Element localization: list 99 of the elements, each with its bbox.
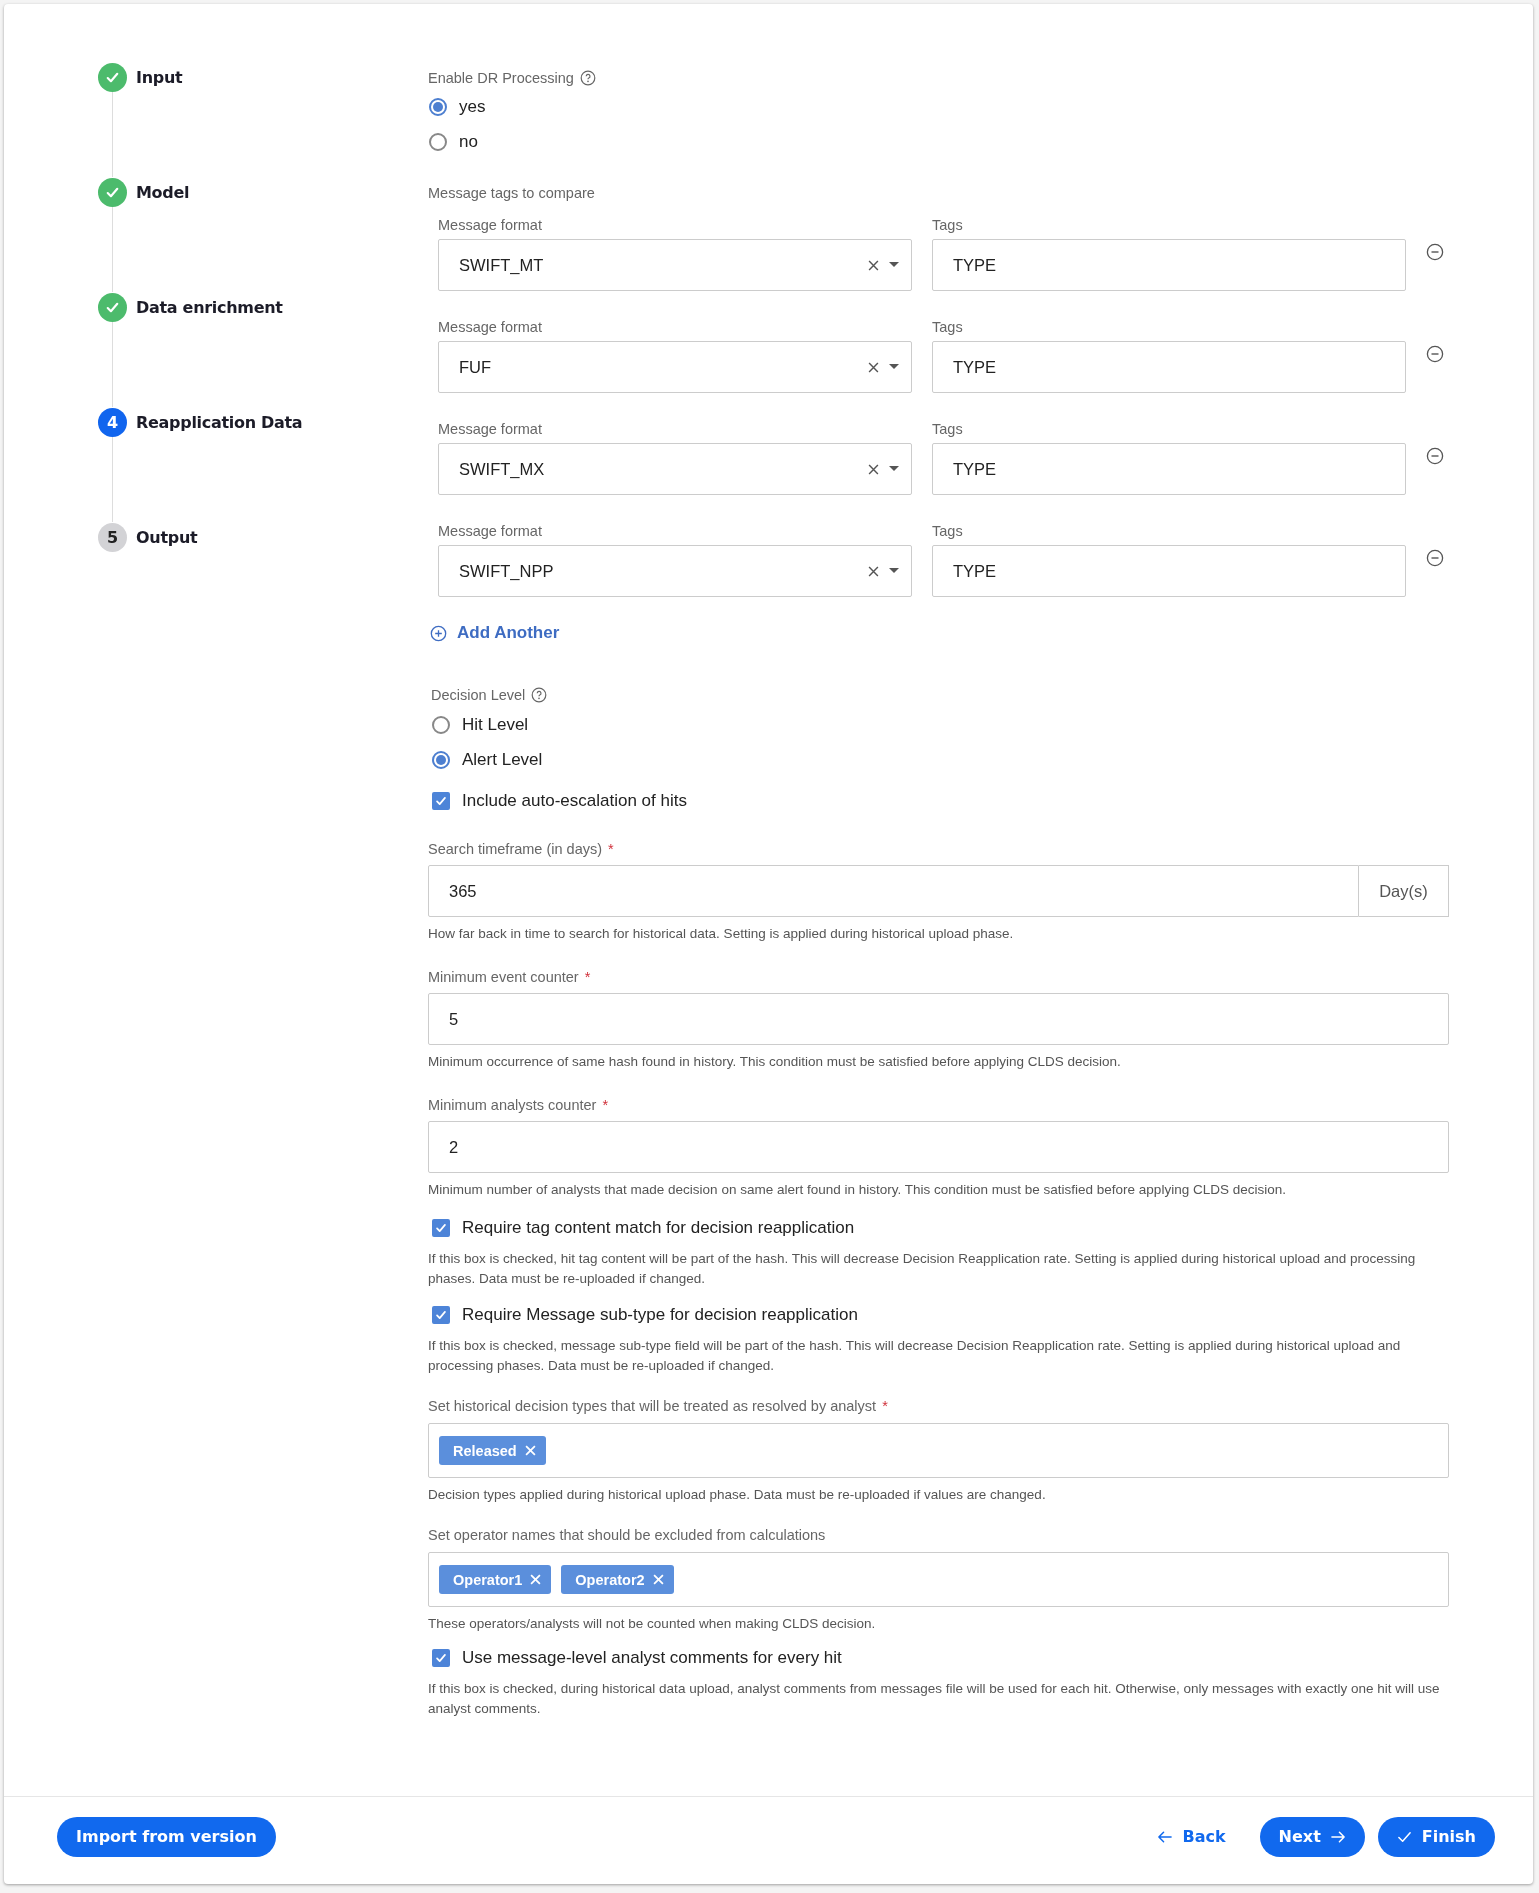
help-text: If this box is checked, hit tag content will be part of the hash. This will decrease Decision Reapplication rate. Setting is applied during historical upload and processing phases. Data must be re-uploaded if changed. (428, 1250, 1417, 1288)
back-button[interactable]: Back (1143, 1816, 1240, 1857)
check-icon (98, 177, 127, 207)
select-field[interactable]: FUF (438, 341, 912, 393)
select-field[interactable]: SWIFT_MT (438, 239, 912, 291)
field-label: Tags (932, 421, 964, 439)
right-arrow-icon (1330, 1829, 1346, 1844)
checkbox-label[interactable]: Include auto-escalation of hits (462, 791, 687, 811)
field-label: Enable DR Processing (428, 70, 574, 86)
caret-icon[interactable] (889, 568, 899, 574)
field-label: Message format (438, 319, 543, 337)
field-label: Set operator names that should be excluded from calculations (428, 1527, 826, 1543)
caret-icon[interactable] (889, 466, 899, 472)
remove-icon[interactable] (530, 1574, 542, 1585)
text-input[interactable]: TYPE (932, 341, 1406, 393)
select-value: SWIFT_MX (459, 459, 545, 479)
chip-label: Operator2 (575, 1571, 645, 1588)
field-label: Set historical decision types that will be treated as resolved by analyst (428, 1398, 877, 1414)
select-value: FUF (459, 357, 492, 377)
field-label: Message tags to compare (428, 185, 595, 201)
help-text: If this box is checked, during historical data upload, analyst comments from messages file will be used for each hit. Otherwise, only messages with exactly one hit will use analyst comments. (428, 1680, 1441, 1718)
check-icon (434, 1651, 448, 1665)
checkbox[interactable] (432, 1306, 450, 1324)
select-field[interactable]: SWIFT_NPP (438, 545, 912, 597)
checkbox[interactable] (432, 1649, 450, 1667)
select-field[interactable]: SWIFT_MX (438, 443, 912, 495)
radio-button[interactable] (432, 750, 450, 769)
field-label: Tags (932, 319, 964, 337)
help-text: If this box is checked, message sub-type field will be part of the hash. This will decrease Decision Reapplication rate. Setting is applied during historical upload and processing phases. Data must be re-uploaded if changed. (428, 1337, 1402, 1375)
field-label: Minimum event counter (428, 969, 579, 985)
required-mark: * (608, 841, 614, 857)
clear-icon[interactable] (868, 259, 879, 271)
import-button[interactable]: Import from version (57, 1816, 276, 1857)
select-value: SWIFT_MT (459, 255, 544, 275)
step-number: 4 (98, 407, 127, 437)
clear-icon[interactable] (868, 463, 879, 475)
plus-icon (430, 624, 447, 642)
step-label[interactable]: Input (136, 67, 183, 87)
text-input[interactable]: TYPE (932, 443, 1406, 495)
help-text: These operators/analysts will not be counted when making CLDS decision. (428, 1615, 877, 1633)
help-icon[interactable] (579, 70, 596, 86)
radio-label[interactable]: Hit Level (462, 714, 529, 735)
field-label: Minimum analysts counter (428, 1097, 597, 1113)
chip-label: Operator1 (453, 1571, 523, 1588)
radio-label[interactable]: Alert Level (462, 749, 543, 770)
remove-icon[interactable] (524, 1445, 536, 1456)
clear-icon[interactable] (868, 361, 879, 373)
add-button[interactable]: Add Another (430, 623, 560, 643)
step-label[interactable]: Output (136, 527, 198, 547)
check-icon (434, 1221, 448, 1235)
field-label: Message format (438, 421, 543, 439)
text-input[interactable]: TYPE (932, 545, 1406, 597)
clear-icon[interactable] (868, 565, 879, 577)
field-label: Message format (438, 523, 543, 541)
check-icon (1396, 1829, 1412, 1844)
step-number: 5 (98, 522, 127, 552)
check-icon (434, 794, 448, 808)
checkbox[interactable] (432, 1219, 450, 1237)
checkbox[interactable] (432, 792, 450, 810)
select-value: SWIFT_NPP (459, 561, 554, 581)
text-input[interactable]: 365 (428, 865, 1359, 917)
radio-label[interactable]: no (459, 131, 478, 152)
checkbox-label[interactable]: Require tag content match for decision reapplication (462, 1218, 855, 1238)
field-label: Decision Level (431, 687, 526, 703)
help-text: Minimum number of analysts that made decision on same alert found in history. This condition must be satisfied before applying CLDS decision. (428, 1181, 1287, 1199)
help-text: How far back in time to search for historical data. Setting is applied during historical upload phase. (428, 925, 1015, 943)
field-label: Tags (932, 217, 964, 235)
check-icon (98, 292, 127, 322)
help-text: Minimum occurrence of same hash found in history. This condition must be satisfied before applying CLDS decision. (428, 1053, 1122, 1071)
radio-button[interactable] (429, 132, 447, 151)
finish-button[interactable]: Finish (1377, 1816, 1495, 1857)
next-button[interactable]: Next (1259, 1816, 1365, 1857)
radio-button[interactable] (429, 97, 447, 116)
step-label[interactable]: Model (136, 182, 190, 202)
text-input[interactable]: 2 (428, 1121, 1449, 1173)
radio-button[interactable] (432, 715, 450, 734)
required-mark: * (584, 969, 591, 985)
field-label: Search timeframe (in days) (428, 841, 603, 857)
required-mark: * (602, 1097, 609, 1113)
text-input[interactable]: 5 (428, 993, 1449, 1045)
checkbox-label[interactable]: Require Message sub-type for decision reapplication (462, 1305, 858, 1325)
help-text: Decision types applied during historical upload phase. Data must be re-uploaded if values are changed. (428, 1486, 1047, 1504)
check-icon (98, 62, 127, 92)
remove-icon[interactable] (652, 1574, 664, 1585)
field-label: Message format (438, 217, 543, 235)
check-icon (434, 1308, 448, 1322)
step-label[interactable]: Data enrichment (136, 297, 283, 317)
required-mark: * (882, 1398, 888, 1414)
radio-label[interactable]: yes (459, 96, 486, 117)
step-label[interactable]: Reapplication Data (136, 412, 303, 432)
unit-addon: Day(s) (1359, 865, 1449, 917)
checkbox-label[interactable]: Use message-level analyst comments for every hit (462, 1648, 842, 1668)
caret-icon[interactable] (889, 364, 899, 370)
field-label: Tags (932, 523, 964, 541)
caret-icon[interactable] (889, 262, 899, 268)
text-input[interactable]: TYPE (932, 239, 1406, 291)
left-arrow-icon (1157, 1829, 1173, 1844)
chip-label: Released (453, 1442, 517, 1459)
help-icon[interactable] (531, 687, 548, 703)
